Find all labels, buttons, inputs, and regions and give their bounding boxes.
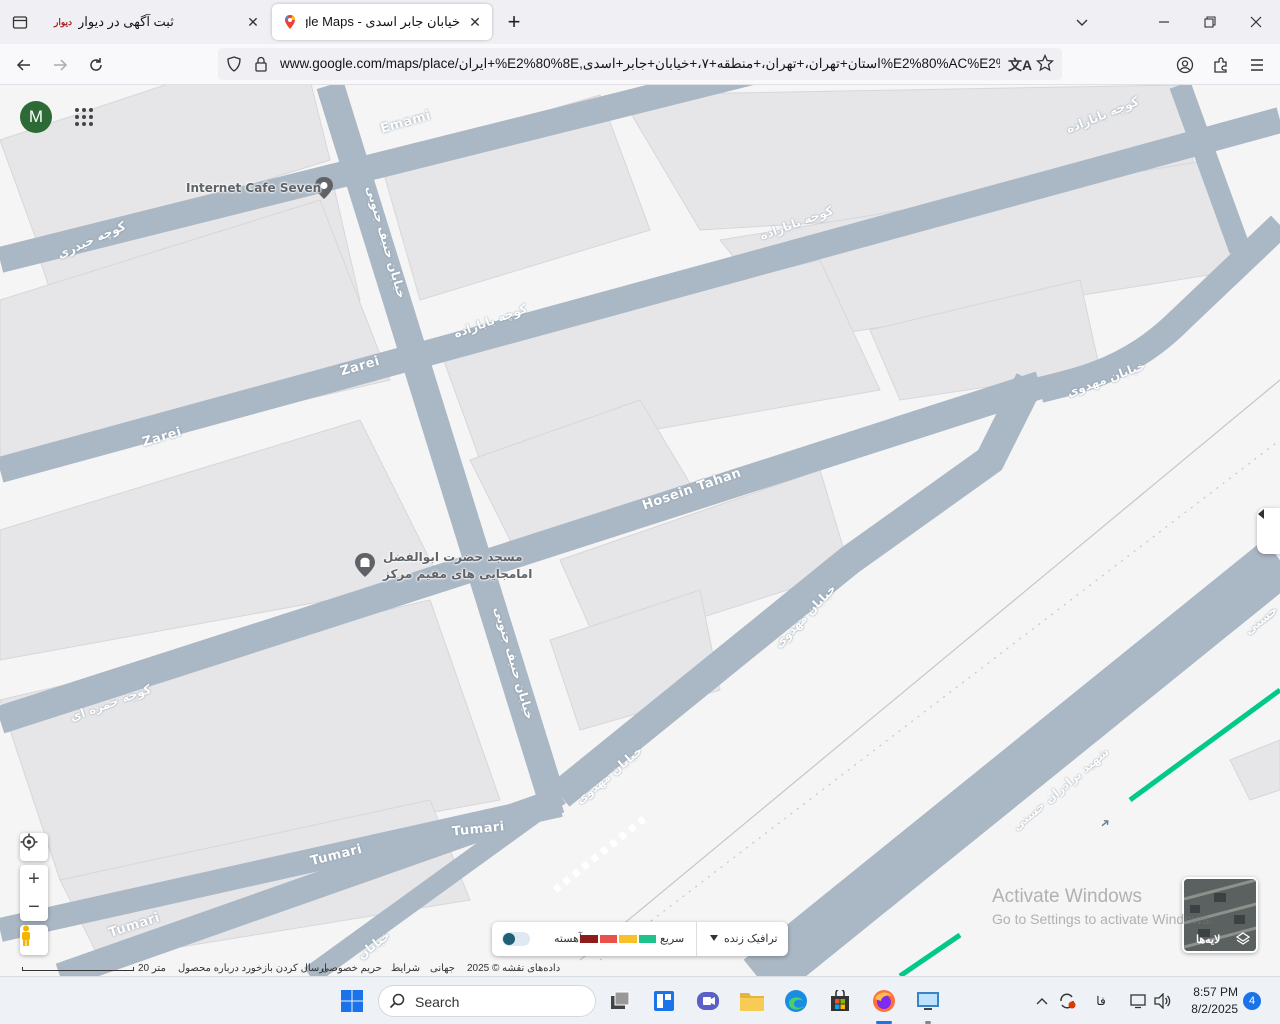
google-apps-icon[interactable] bbox=[74, 107, 94, 127]
file-explorer-icon[interactable] bbox=[736, 985, 768, 1017]
windows-taskbar: Search فا 8:57 PM 8/2/2025 4 bbox=[0, 976, 1280, 1024]
back-icon[interactable] bbox=[9, 50, 39, 80]
clock-date[interactable]: 8/2/2025 bbox=[1180, 1002, 1238, 1016]
search-placeholder: Search bbox=[415, 994, 460, 1010]
translate-icon[interactable]: 文A bbox=[1008, 55, 1032, 75]
account-avatar[interactable]: M bbox=[20, 101, 52, 133]
edge-browser-icon[interactable] bbox=[780, 985, 812, 1017]
reload-icon[interactable] bbox=[81, 50, 111, 80]
notification-badge[interactable]: 4 bbox=[1243, 992, 1261, 1010]
feedback-link[interactable]: ارسال کردن بازخورد درباره محصول bbox=[178, 963, 327, 974]
map-graphics bbox=[0, 85, 1280, 976]
scale-bar bbox=[22, 967, 134, 971]
traffic-legend: آهسته سریع ترافیک زنده bbox=[492, 922, 788, 956]
new-tab-button[interactable]: + bbox=[500, 8, 528, 36]
traffic-slow-label: آهسته bbox=[554, 933, 582, 945]
street-view-pegman-icon[interactable] bbox=[20, 925, 48, 955]
close-tab-icon[interactable]: ✕ bbox=[466, 13, 484, 31]
address-bar[interactable]: www.google.com/maps/place/ایران+%E2%80%8… bbox=[218, 48, 1062, 80]
map-data-attribution: داده‌های نقشه © 2025 bbox=[467, 963, 561, 974]
layers-label: لایه‌ها bbox=[1196, 934, 1221, 946]
sync-icon[interactable] bbox=[1054, 985, 1080, 1017]
mosque-icon[interactable] bbox=[353, 552, 377, 578]
menu-icon[interactable] bbox=[1242, 50, 1272, 80]
tab-title: ثبت آگهی در دیوار bbox=[78, 14, 174, 29]
restore-icon[interactable] bbox=[1196, 8, 1224, 36]
minimize-icon[interactable] bbox=[1150, 8, 1178, 36]
watermark-line2: Go to Settings to activate Windows. bbox=[992, 911, 1213, 927]
map-canvas[interactable]: M Internet Cafe Seven مسجد حضرت ابوالفضل… bbox=[0, 85, 1280, 976]
tracking-protection-icon[interactable] bbox=[226, 56, 242, 77]
search-icon bbox=[389, 993, 405, 1012]
privacy-link[interactable]: حریم خصوصی bbox=[321, 963, 382, 974]
close-window-icon[interactable] bbox=[1242, 8, 1270, 36]
map-footer: 20 متر ارسال کردن بازخورد درباره محصول ح… bbox=[0, 962, 560, 976]
activate-windows-watermark: Activate Windows Go to Settings to activ… bbox=[992, 886, 1213, 927]
tab-list-icon[interactable] bbox=[6, 8, 34, 36]
traffic-fast-label: سریع bbox=[660, 933, 685, 945]
location-target-icon bbox=[20, 833, 38, 851]
widgets-icon[interactable] bbox=[648, 985, 680, 1017]
lock-icon[interactable] bbox=[254, 56, 268, 77]
zoom-in-button[interactable]: + bbox=[20, 865, 48, 893]
close-tab-icon[interactable]: ✕ bbox=[244, 13, 262, 31]
place-label-internet-cafe[interactable]: Internet Cafe Seven bbox=[186, 181, 321, 195]
navigation-toolbar: www.google.com/maps/place/ایران+%E2%80%8… bbox=[0, 44, 1280, 85]
bookmark-star-icon[interactable] bbox=[1035, 53, 1055, 77]
volume-icon[interactable] bbox=[1150, 985, 1176, 1017]
divar-icon: دیوار bbox=[54, 17, 73, 27]
tab-google-maps[interactable]: خیابان جابر اسدی - Google Maps ✕ bbox=[272, 4, 492, 40]
place-label-mosque-line1[interactable]: مسجد حضرت ابوالفضل bbox=[383, 550, 523, 564]
scale-label: 20 متر bbox=[138, 963, 166, 974]
list-all-tabs-icon[interactable] bbox=[1068, 8, 1096, 36]
zoom-control: + − bbox=[20, 865, 48, 921]
crosswalk bbox=[552, 815, 648, 893]
my-location-button[interactable] bbox=[20, 833, 48, 861]
network-icon[interactable] bbox=[1126, 985, 1152, 1017]
google-maps-icon bbox=[282, 14, 298, 30]
expand-side-panel-button[interactable] bbox=[1257, 508, 1280, 554]
global-link[interactable]: جهانی bbox=[430, 963, 455, 974]
remote-desktop-icon[interactable] bbox=[912, 985, 944, 1017]
taskbar-search[interactable]: Search bbox=[378, 985, 596, 1017]
watermark-line1: Activate Windows bbox=[992, 886, 1142, 907]
extensions-icon[interactable] bbox=[1206, 50, 1236, 80]
tab-divar[interactable]: دیوار ثبت آگهی در دیوار ✕ bbox=[44, 4, 270, 40]
place-label-mosque-line2[interactable]: امامجایی های مقیم مرکز bbox=[383, 567, 532, 581]
url-text: www.google.com/maps/place/ایران+%E2%80%8… bbox=[280, 56, 1000, 71]
show-hidden-icons-chevron-icon[interactable] bbox=[1030, 985, 1054, 1017]
task-view-icon[interactable] bbox=[604, 985, 636, 1017]
input-language-indicator[interactable]: فا bbox=[1088, 985, 1114, 1017]
microsoft-store-icon[interactable] bbox=[824, 985, 856, 1017]
forward-icon[interactable] bbox=[45, 50, 75, 80]
traffic-toggle[interactable] bbox=[502, 932, 530, 946]
terms-link[interactable]: شرایط bbox=[391, 963, 420, 974]
firefox-icon[interactable] bbox=[868, 985, 900, 1017]
account-icon[interactable] bbox=[1170, 50, 1200, 80]
tab-strip: دیوار ثبت آگهی در دیوار ✕ خیابان جابر اس… bbox=[0, 0, 1280, 44]
clock-time[interactable]: 8:57 PM bbox=[1180, 985, 1238, 999]
windows-start-icon[interactable] bbox=[336, 985, 368, 1017]
teams-meet-icon[interactable] bbox=[692, 985, 724, 1017]
tab-title: خیابان جابر اسدی - Google Maps bbox=[306, 14, 460, 29]
traffic-speed-scale bbox=[580, 935, 656, 943]
live-traffic-label[interactable]: ترافیک زنده bbox=[724, 932, 778, 945]
zoom-out-button[interactable]: − bbox=[20, 893, 48, 921]
